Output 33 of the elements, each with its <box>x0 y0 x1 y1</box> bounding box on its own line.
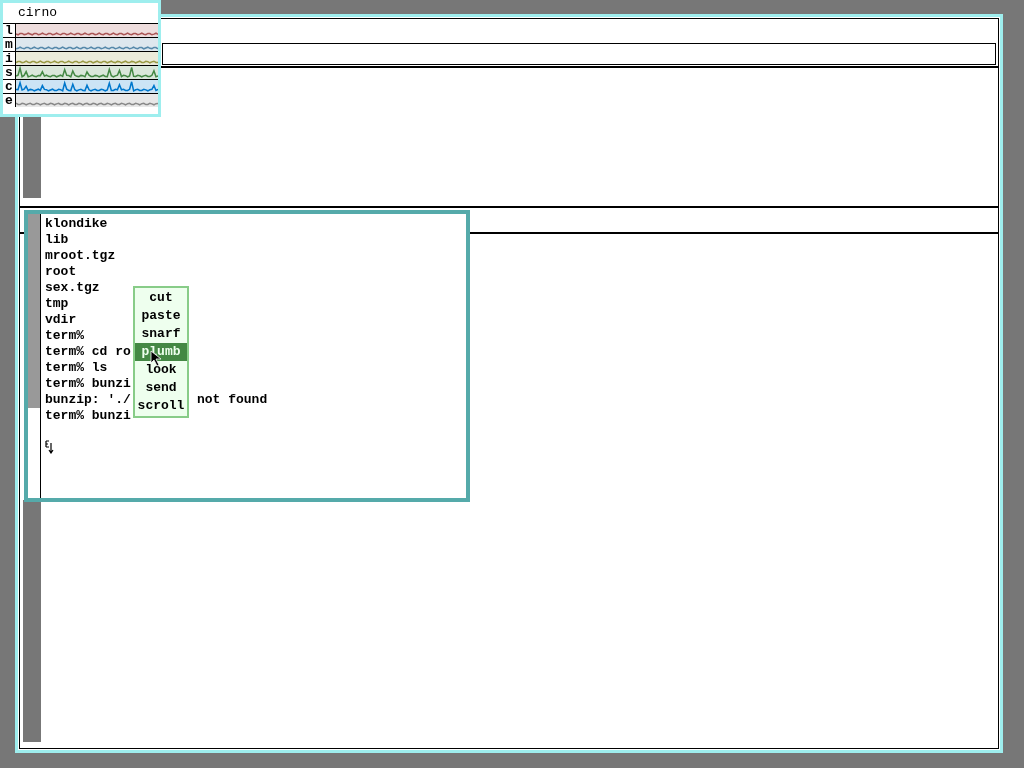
meter-label: i <box>3 52 16 65</box>
text-cursor-icon <box>45 440 55 454</box>
terminal-line: lib <box>45 232 69 247</box>
tag-field[interactable] <box>162 43 996 65</box>
scrollbar[interactable] <box>23 117 41 198</box>
menu-item[interactable]: plumb <box>135 343 187 361</box>
meter-label: s <box>3 66 16 79</box>
menu-item[interactable]: send <box>135 379 187 397</box>
menu-item[interactable]: scroll <box>135 397 187 415</box>
terminal-line: term% cd ro <box>45 344 131 359</box>
scrollbar[interactable] <box>23 500 41 742</box>
meter-label: m <box>3 38 16 51</box>
terminal-line: sex.tgz <box>45 280 100 295</box>
menu-item[interactable]: cut <box>135 289 187 307</box>
terminal-line: not found <box>197 392 268 408</box>
terminal-line: klondike <box>45 216 108 231</box>
terminal-line: term% bunzi <box>45 376 131 391</box>
menu-item[interactable]: look <box>135 361 187 379</box>
terminal-line: term% ls <box>45 360 108 375</box>
terminal-line: term% <box>45 328 84 343</box>
terminal-line: term% bunzi <box>45 408 131 423</box>
meter-label: c <box>3 80 16 93</box>
meter-label: e <box>3 94 16 107</box>
host-name: cirno <box>17 4 58 22</box>
menu-item[interactable]: paste <box>135 307 187 325</box>
terminal-line: bunzip: './ <box>45 392 131 407</box>
meter-label: l <box>3 24 16 37</box>
terminal-line: tmp <box>45 296 69 311</box>
terminal-line: vdir <box>45 312 77 327</box>
terminal-line: mroot.tgz <box>45 248 116 263</box>
scrollbar-thumb[interactable] <box>28 214 40 408</box>
terminal-line: root <box>45 264 77 279</box>
menu-item[interactable]: snarf <box>135 325 187 343</box>
